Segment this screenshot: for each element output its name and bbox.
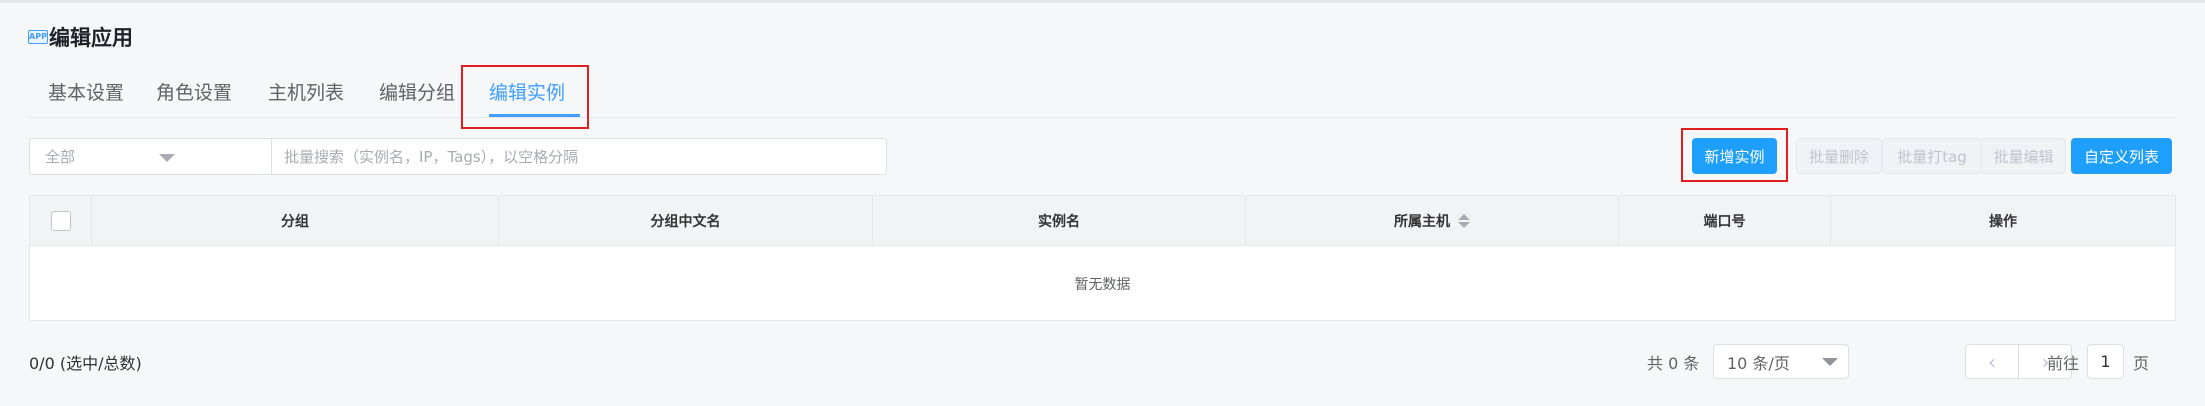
column-header-actions: 操作 <box>1989 214 2017 230</box>
page-size-select[interactable]: 10 条/页 <box>1713 344 1849 379</box>
page-size-value: 10 条/页 <box>1727 353 1790 373</box>
sort-ascending-icon[interactable] <box>1458 214 1470 220</box>
batch-search-input[interactable] <box>271 138 887 175</box>
custom-columns-button[interactable]: 自定义列表 <box>2071 138 2172 174</box>
column-header-group: 分组 <box>92 196 499 246</box>
column-header-instance-name: 实例名 <box>873 196 1246 246</box>
batch-tag-button[interactable]: 批量打tag <box>1882 138 1982 174</box>
column-header-port: 端口号 <box>1619 196 1831 246</box>
table-empty-text: 暂无数据 <box>1074 276 1131 293</box>
tab-edit-groups[interactable]: 编辑分组 <box>379 70 455 118</box>
column-header-group-cn-name: 分组中文名 <box>499 196 873 246</box>
group-filter-value: 全部 <box>45 148 76 166</box>
page-title: APP 编辑应用 <box>28 22 133 52</box>
chevron-down-icon <box>159 154 175 162</box>
select-all-cell <box>30 196 92 246</box>
pagination-total: 共 0 条 <box>1647 354 1700 373</box>
select-all-checkbox[interactable] <box>50 211 71 231</box>
top-border <box>0 0 2205 3</box>
add-button-highlight-box <box>1681 128 1788 182</box>
goto-page-input[interactable] <box>2087 344 2124 379</box>
column-header-host[interactable]: 所属主机 <box>1246 196 1619 246</box>
chevron-down-icon <box>1822 358 1838 366</box>
group-filter-select[interactable]: 全部 <box>29 138 272 175</box>
column-header-host-label: 所属主机 <box>1394 214 1450 230</box>
prev-page-icon[interactable]: ‹ <box>1966 345 2019 378</box>
batch-delete-button[interactable]: 批量删除 <box>1796 138 1882 174</box>
tab-host-list[interactable]: 主机列表 <box>268 70 344 118</box>
tab-basic-settings[interactable]: 基本设置 <box>48 70 124 118</box>
tab-role-settings[interactable]: 角色设置 <box>156 70 232 118</box>
page-title-text: 编辑应用 <box>49 26 133 50</box>
batch-edit-button[interactable]: 批量编辑 <box>1981 138 2066 174</box>
tab-bar: 基本设置 角色设置 主机列表 编辑分组 编辑实例 <box>28 70 2176 118</box>
page-suffix: 页 <box>2133 354 2150 373</box>
selected-count: 0/0 (选中/总数) <box>29 354 142 373</box>
table-header: 分组 分组中文名 实例名 所属主机 端口号 操作 <box>30 196 2175 246</box>
sort-icon[interactable] <box>1458 214 1470 228</box>
instance-table: 分组 分组中文名 实例名 所属主机 端口号 操作 暂无数据 <box>29 195 2176 321</box>
goto-label: 前往 <box>2047 354 2080 373</box>
tab-highlight-box <box>461 65 589 129</box>
app-icon: APP <box>28 30 48 44</box>
sort-descending-icon[interactable] <box>1458 222 1470 228</box>
